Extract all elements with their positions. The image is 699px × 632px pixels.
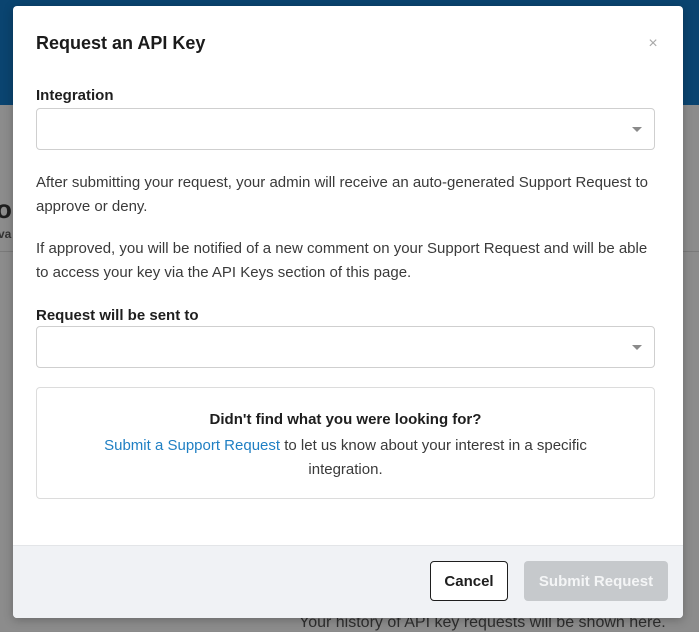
notification-info-text: If approved, you will be notified of a n… xyxy=(36,240,648,281)
callout-text-after-link: to let us know about your interest in a … xyxy=(280,437,587,478)
modal-title: Request an API Key xyxy=(36,33,206,53)
chevron-down-icon xyxy=(632,127,642,132)
integration-label: Integration xyxy=(36,87,114,104)
chevron-down-icon xyxy=(632,345,642,350)
recipient-label: Request will be sent to xyxy=(36,307,199,324)
modal-footer: Cancel Submit Request xyxy=(13,545,683,618)
integration-select[interactable] xyxy=(36,108,655,150)
callout-text: Submit a Support Request to let us know … xyxy=(77,434,614,482)
request-api-key-modal: Request an API Key × Integration After s… xyxy=(13,6,683,618)
page-subtitle: va xyxy=(0,227,12,241)
callout-heading: Didn't find what you were looking for? xyxy=(209,411,482,428)
recipient-select[interactable] xyxy=(36,326,655,368)
close-icon[interactable]: × xyxy=(645,34,661,54)
submit-support-request-link[interactable]: Submit a Support Request xyxy=(104,437,280,454)
cancel-button[interactable]: Cancel xyxy=(430,561,508,601)
submit-request-button[interactable]: Submit Request xyxy=(524,561,668,601)
support-callout: Didn't find what you were looking for? S… xyxy=(36,387,655,499)
approval-info-text: After submitting your request, your admi… xyxy=(36,174,648,215)
